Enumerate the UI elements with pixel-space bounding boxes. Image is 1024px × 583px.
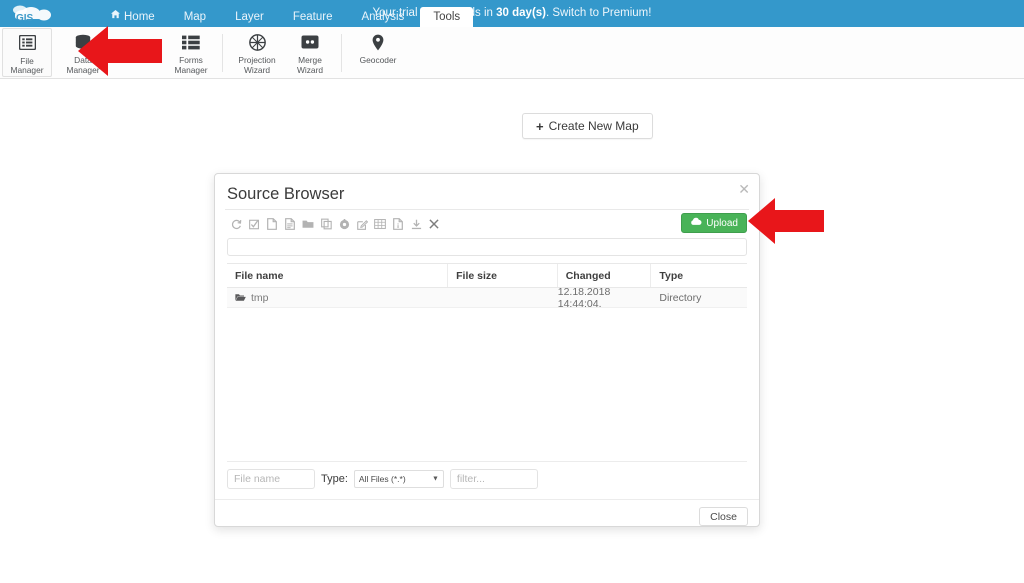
tab-map-label: Map bbox=[183, 11, 207, 23]
projection-wizard-icon bbox=[248, 32, 266, 52]
dialog-header-divider bbox=[225, 209, 749, 210]
create-new-map-label: Create New Map bbox=[548, 119, 639, 133]
delete-close-icon[interactable] bbox=[425, 214, 443, 234]
tab-home-label: Home bbox=[124, 11, 155, 23]
close-button[interactable]: Close bbox=[699, 507, 748, 526]
type-label: Type: bbox=[321, 473, 348, 485]
cell-type: Directory bbox=[659, 291, 702, 304]
file-properties-icon[interactable] bbox=[389, 214, 407, 234]
folder-open-icon bbox=[235, 293, 246, 302]
settings-gear-icon[interactable] bbox=[335, 214, 353, 234]
copy-icon[interactable] bbox=[317, 214, 335, 234]
file-browser-table: File name File size Changed Type tmp 12.… bbox=[227, 263, 747, 310]
cell-file-name: tmp bbox=[227, 288, 448, 307]
dialog-footer-divider bbox=[227, 461, 747, 462]
rename-edit-icon[interactable] bbox=[353, 214, 371, 234]
create-new-map-button[interactable]: + Create New Map bbox=[522, 113, 653, 139]
trial-message-days: 30 day(s) bbox=[496, 7, 546, 19]
ribbon-item-file-manager[interactable]: File Manager bbox=[2, 28, 52, 77]
data-manager-icon bbox=[74, 32, 92, 52]
new-text-file-icon[interactable] bbox=[281, 214, 299, 234]
home-icon bbox=[111, 7, 120, 26]
tab-home[interactable]: Home bbox=[98, 8, 168, 27]
path-input[interactable] bbox=[227, 238, 747, 256]
ribbon-item-geocoder-label-1: Geocoder bbox=[359, 55, 397, 65]
ribbon-item-data-manager-label-2: Manager bbox=[66, 64, 100, 75]
table-row[interactable]: tmp 12.18.2018 14:44:04. Directory bbox=[227, 285, 747, 310]
tab-feature-label: Feature bbox=[292, 11, 333, 23]
upload-button-label: Upload bbox=[706, 217, 738, 229]
file-manager-icon bbox=[18, 33, 36, 53]
column-header-changed[interactable]: Changed bbox=[558, 264, 652, 287]
ribbon-item-merge-wizard[interactable]: Merge Wizard bbox=[285, 27, 335, 78]
ribbon-item-data-manager[interactable]: Data Manager bbox=[58, 27, 108, 78]
tab-analysis-label: Analysis bbox=[361, 11, 405, 23]
ribbon-item-projection-wizard-label-2: Wizard bbox=[243, 64, 271, 75]
tab-tools-label: Tools bbox=[433, 11, 461, 23]
cloud-upload-icon bbox=[690, 217, 702, 229]
trial-message-suffix: . Switch to Premium! bbox=[546, 7, 652, 19]
filter-input[interactable] bbox=[449, 469, 538, 489]
tab-analysis[interactable]: Analysis bbox=[348, 8, 417, 27]
new-folder-icon[interactable] bbox=[299, 214, 317, 234]
new-file-icon[interactable] bbox=[263, 214, 281, 234]
select-all-icon[interactable] bbox=[245, 214, 263, 234]
tab-feature[interactable]: Feature bbox=[280, 8, 346, 27]
dialog-bottom-divider bbox=[215, 499, 759, 500]
upload-button[interactable]: Upload bbox=[681, 213, 747, 233]
tab-tools[interactable]: Tools bbox=[420, 7, 474, 27]
ribbon-divider-1 bbox=[222, 33, 223, 72]
plus-icon: + bbox=[536, 118, 544, 134]
ribbon-item-file-manager-label-2: Manager bbox=[10, 65, 44, 76]
refresh-icon[interactable] bbox=[227, 214, 245, 234]
file-type-select-value: All Files (*.*) bbox=[358, 474, 406, 484]
file-type-select[interactable]: All Files (*.*) ▼ bbox=[353, 470, 444, 488]
main-nav-tabs: Home Map Layer Feature Analysis Tools bbox=[98, 0, 476, 27]
merge-wizard-icon bbox=[301, 32, 319, 52]
tools-ribbon: File Manager Data Manager Forms Manager … bbox=[0, 27, 1024, 79]
column-header-type[interactable]: Type bbox=[651, 264, 747, 287]
ribbon-item-merge-wizard-label-2: Wizard bbox=[296, 64, 324, 75]
application-window: Your trial period ends in 30 day(s). Swi… bbox=[0, 0, 1024, 583]
ribbon-item-geocoder[interactable]: Geocoder bbox=[348, 27, 408, 78]
chevron-down-icon: ▼ bbox=[431, 475, 439, 483]
dialog-toolbar: Upload bbox=[227, 213, 747, 235]
tab-layer-label: Layer bbox=[235, 11, 264, 23]
dialog-footer-controls: Type: All Files (*.*) ▼ bbox=[227, 469, 538, 489]
ribbon-item-projection-wizard[interactable]: Projection Wizard bbox=[229, 27, 285, 78]
geocoder-pin-icon bbox=[372, 32, 384, 52]
table-header-row: File name File size Changed Type bbox=[227, 263, 747, 288]
file-name-input[interactable] bbox=[227, 469, 315, 489]
ribbon-divider-2 bbox=[341, 33, 342, 72]
close-icon[interactable]: ✕ bbox=[738, 182, 750, 196]
download-icon[interactable] bbox=[407, 214, 425, 234]
column-header-file-size[interactable]: File size bbox=[448, 264, 558, 287]
tab-map[interactable]: Map bbox=[171, 8, 219, 27]
top-navigation-bar: Your trial period ends in 30 day(s). Swi… bbox=[0, 0, 1024, 27]
grid-view-icon[interactable] bbox=[371, 214, 389, 234]
svg-text:GIS: GIS bbox=[16, 13, 34, 24]
close-button-label: Close bbox=[710, 510, 737, 523]
column-header-file-name[interactable]: File name bbox=[227, 264, 449, 287]
forms-manager-icon bbox=[182, 32, 200, 52]
tab-layer[interactable]: Layer bbox=[222, 8, 277, 27]
source-browser-dialog: Source Browser ✕ Upload File name File s… bbox=[214, 173, 760, 527]
dialog-title: Source Browser bbox=[227, 185, 345, 203]
ribbon-item-forms-manager[interactable]: Forms Manager bbox=[166, 27, 216, 78]
app-logo[interactable]: GIS bbox=[6, 1, 68, 27]
cell-file-name-text: tmp bbox=[251, 291, 269, 304]
cell-file-size bbox=[448, 288, 558, 307]
ribbon-item-forms-manager-label-2: Manager bbox=[174, 64, 208, 75]
cell-changed: 12.18.2018 14:44:04. bbox=[557, 285, 611, 310]
